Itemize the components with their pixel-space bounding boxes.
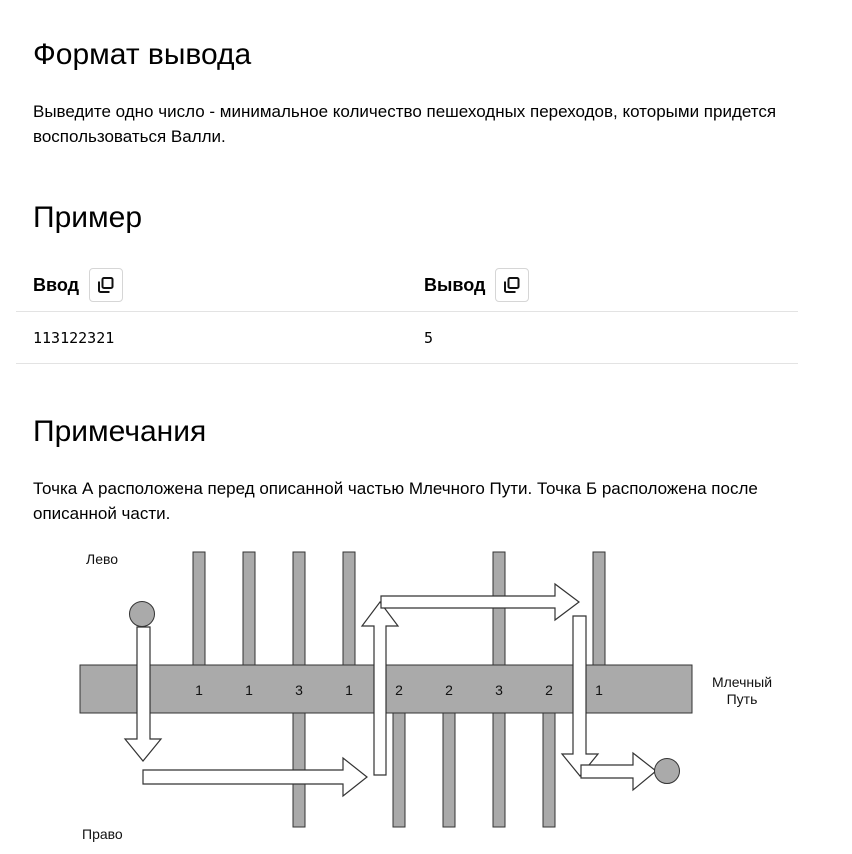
label-road-line1: Млечный	[712, 674, 772, 690]
example-output-label: Вывод	[424, 275, 486, 295]
example-heading: Пример	[33, 201, 142, 234]
crossing-bar-bottom	[542, 711, 556, 828]
notes-heading: Примечания	[33, 415, 207, 448]
point-b-circle	[654, 758, 680, 784]
crossing-digit: 2	[445, 682, 453, 698]
problem-statement-page: Формат вывода Выведите одно число - мини…	[0, 0, 852, 854]
label-right: Право	[82, 826, 123, 842]
label-road-line2: Путь	[727, 691, 758, 707]
crossing-digit: 3	[495, 682, 503, 698]
output-format-heading: Формат вывода	[33, 38, 252, 71]
crossing-digit: 1	[595, 682, 603, 698]
point-a-circle	[129, 601, 155, 627]
arrow-right-top	[380, 582, 580, 622]
crossing-bar-bottom	[442, 711, 456, 828]
crossing-digit: 1	[195, 682, 203, 698]
crossing-bar-top	[342, 551, 356, 668]
output-format-text: Выведите одно число - минимальное количе…	[33, 102, 777, 146]
example-output-header: Вывод	[424, 266, 530, 304]
crossing-bar-top	[242, 551, 256, 668]
label-left: Лево	[86, 551, 118, 567]
crossing-digit: 3	[295, 682, 303, 698]
crossing-bar-bottom	[492, 711, 506, 828]
arrow-right-bottom	[142, 756, 368, 798]
crossing-digit: 2	[395, 682, 403, 698]
example-input-header: Ввод	[33, 266, 124, 304]
crossing-bar-top	[192, 551, 206, 668]
copy-output-button[interactable]	[495, 268, 530, 302]
notes-text: Точка А расположена перед описанной част…	[33, 479, 758, 523]
crossing-bar-bottom	[392, 711, 406, 828]
copy-icon	[504, 277, 520, 293]
crossings-top	[192, 551, 606, 668]
crossing-digit: 1	[345, 682, 353, 698]
milky-way-diagram: 1 1 3 1 2 2 3 2 1 Лево Право Млечный Путь	[79, 551, 772, 842]
example-output-value: 5	[424, 329, 434, 347]
example-divider-bottom	[16, 363, 798, 364]
example-input-value: 113122321	[33, 329, 115, 347]
example-divider-top	[16, 311, 798, 312]
crossing-digit: 2	[545, 682, 553, 698]
copy-input-button[interactable]	[89, 268, 124, 302]
crossing-bar-top	[292, 551, 306, 668]
crossing-bar-top	[492, 551, 506, 668]
crossing-bar-top	[592, 551, 606, 668]
example-input-label: Ввод	[33, 275, 80, 295]
copy-icon	[98, 277, 114, 293]
crossing-digit: 1	[245, 682, 253, 698]
